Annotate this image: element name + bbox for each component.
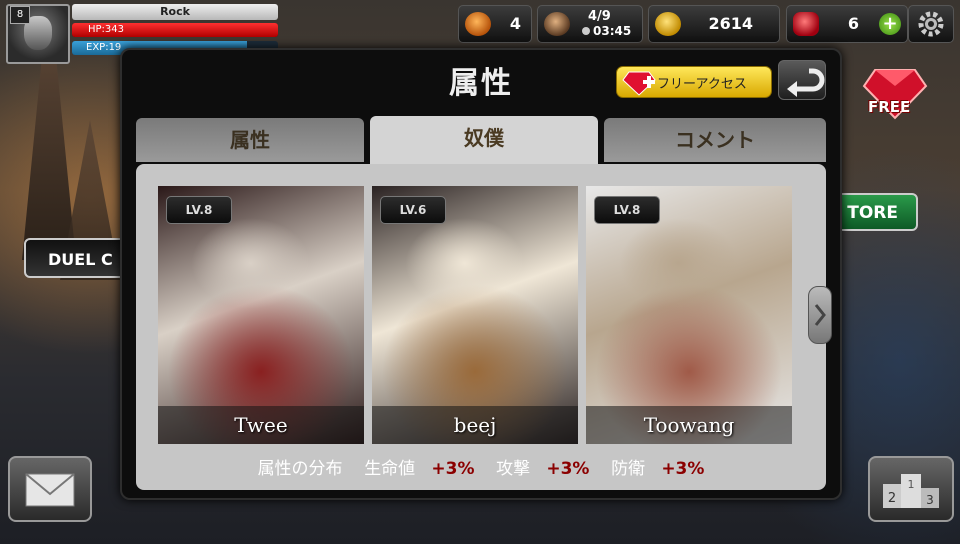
servant-card[interactable]: LV.8 Toowang [586, 186, 792, 444]
energy-timer: 03:45 [593, 24, 632, 38]
servant-level: LV.8 [594, 196, 660, 224]
mail-button[interactable] [8, 456, 92, 522]
svg-text:2: 2 [888, 491, 896, 506]
free-label: FREE [868, 98, 911, 116]
clock-icon [582, 27, 590, 35]
duel-button[interactable]: DUEL C [24, 238, 134, 278]
free-gems-button[interactable]: FREE [860, 60, 930, 124]
next-page-button[interactable] [808, 286, 832, 344]
helmet-counter[interactable]: 4 [458, 5, 532, 43]
hp-stat-bonus: +3% [431, 459, 475, 479]
energy-counter[interactable]: 4/9 03:45 [537, 5, 643, 43]
add-gems-icon[interactable]: + [879, 13, 901, 35]
servant-name: Toowang [586, 406, 792, 444]
gem-amount: 6 [847, 14, 859, 33]
gold-coins-icon [655, 12, 681, 36]
free-access-button[interactable]: フリーアクセス [616, 66, 772, 98]
attribute-dialog: 属性 フリーアクセス 属性 奴僕 コメント LV.8 Twee LV.6 bee… [120, 48, 842, 500]
servant-card[interactable]: LV.6 beej [372, 186, 578, 444]
gold-counter[interactable]: 2614 [648, 5, 780, 43]
tab-attribute[interactable]: 属性 [136, 118, 364, 162]
spartan-helmet-icon [465, 12, 491, 36]
servant-level: LV.6 [380, 196, 446, 224]
distribution-title: 属性の分布 [257, 459, 343, 479]
attack-stat-label: 攻撃 [496, 459, 531, 479]
podium-icon: 1 2 3 [883, 474, 939, 508]
gold-amount: 2614 [708, 14, 753, 33]
defense-stat-bonus: +3% [661, 459, 705, 479]
gear-icon [918, 11, 944, 37]
settings-button[interactable] [908, 5, 954, 43]
ranking-button[interactable]: 1 2 3 [868, 456, 954, 522]
exp-text: EXP:19 [86, 42, 122, 53]
attribute-distribution: 属性の分布 生命値 +3% 攻撃 +3% 防衛 +3% [122, 454, 840, 479]
attack-stat-bonus: +3% [546, 459, 590, 479]
ruby-gem-icon [793, 12, 819, 36]
gem-counter[interactable]: 6 + [786, 5, 908, 43]
servant-level: LV.8 [166, 196, 232, 224]
fist-icon [544, 12, 570, 36]
hp-stat-label: 生命値 [364, 459, 416, 479]
hp-text: HP:343 [88, 24, 125, 35]
chevron-right-icon [814, 304, 826, 326]
servant-card[interactable]: LV.8 Twee [158, 186, 364, 444]
free-access-label: フリーアクセス [657, 77, 747, 92]
helmet-count: 4 [509, 14, 521, 33]
servant-name: Twee [158, 406, 364, 444]
energy-fraction: 4/9 [588, 9, 611, 24]
gem-plus-icon [622, 71, 656, 96]
svg-text:3: 3 [926, 493, 934, 507]
servant-name: beej [372, 406, 578, 444]
envelope-icon [25, 473, 75, 507]
return-arrow-icon [787, 68, 825, 97]
player-name: Rock [72, 4, 278, 20]
tab-comment[interactable]: コメント [604, 118, 826, 162]
player-level-badge: 8 [10, 6, 30, 24]
hp-bar: HP:343 [72, 23, 278, 37]
svg-text:1: 1 [908, 478, 915, 491]
tab-servants[interactable]: 奴僕 [370, 116, 598, 164]
back-button[interactable] [778, 60, 826, 100]
defense-stat-label: 防衛 [611, 459, 646, 479]
